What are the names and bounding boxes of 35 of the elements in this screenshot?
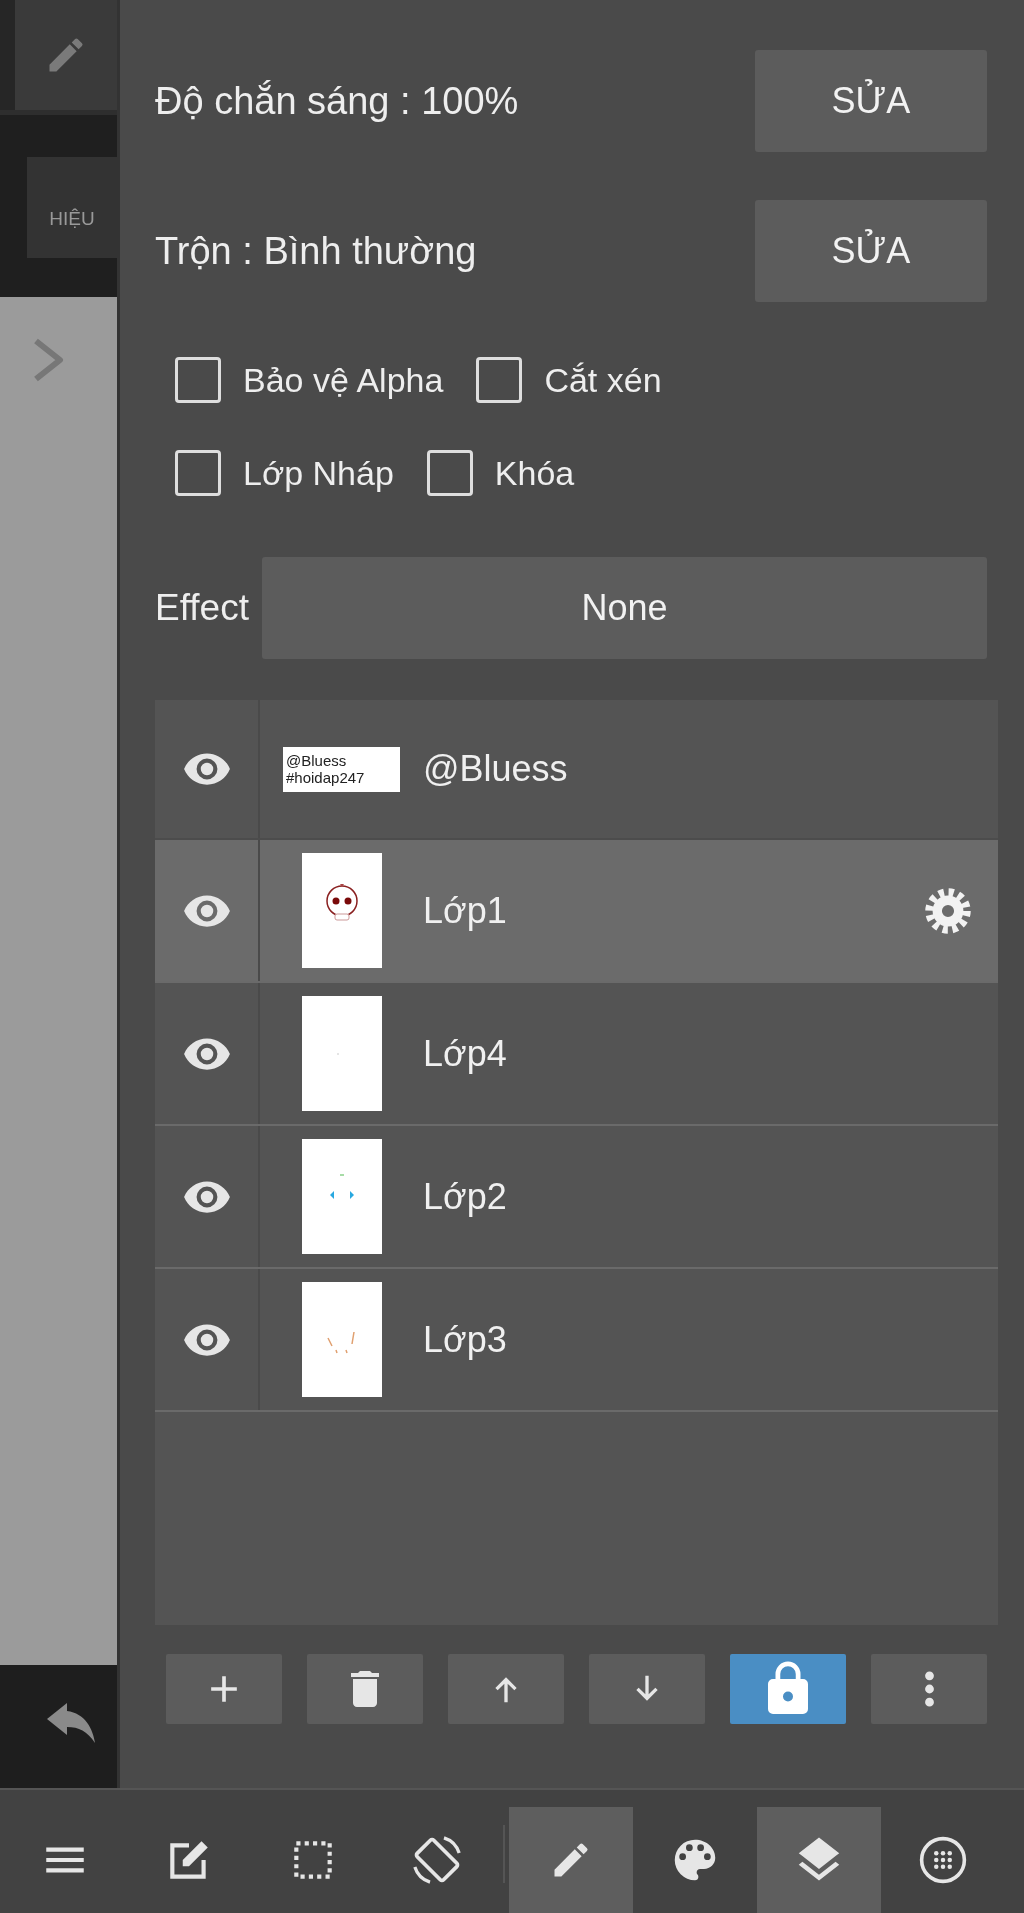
more-icon [923,1669,935,1709]
delete-layer-button[interactable] [307,1654,423,1724]
lock-layer-button[interactable] [730,1654,846,1724]
layer-row[interactable]: @Bluess #hoidap247 @Bluess [155,700,998,838]
layer-name: Lớp2 [423,1175,508,1218]
toolbar-button[interactable] [757,1807,881,1913]
checkbox[interactable] [426,450,473,496]
layer-name: Lớp4 [423,1032,508,1075]
effect-dropdown[interactable]: None [261,557,987,659]
checkbox-label: Lớp Nháp [243,453,394,493]
checkbox[interactable] [476,357,523,403]
layer-name: @Bluess [423,748,569,790]
checkbox-label: Bảo vệ Alpha [243,360,444,400]
edit-opacity-button[interactable]: SỬA [755,50,987,152]
effect-label: Effect [155,587,249,629]
opacity-label: Độ chắn sáng : 100% [155,79,519,123]
pencil-tool-button[interactable] [15,0,117,110]
checkbox[interactable] [175,357,221,403]
toolbar-button[interactable] [509,1807,633,1913]
layer-row[interactable]: Lớp4 [155,983,998,1124]
checkbox[interactable] [175,450,221,496]
blend-mode-label: Trộn : Bình thường [155,229,477,273]
more-layer-button[interactable] [871,1654,987,1724]
layer-row[interactable]: Lớp1 [155,840,998,981]
layer-name: Lớp1 [423,889,508,932]
checkbox-label: Khóa [494,453,575,493]
add-layer-button[interactable] [166,1654,282,1724]
layer-name: Lớp3 [423,1318,508,1361]
thumbnail-text: #hoidap247 [286,769,366,786]
edit-blend-button[interactable]: SỬA [755,200,987,302]
effect-tab-button[interactable]: HIỆU [27,157,117,258]
thumbnail-text: @Bluess [286,752,348,769]
checkbox-label: Cắt xén [544,360,662,400]
layer-row[interactable]: Lớp2 [155,1126,998,1267]
layer-row[interactable]: Lớp3 [155,1269,998,1410]
